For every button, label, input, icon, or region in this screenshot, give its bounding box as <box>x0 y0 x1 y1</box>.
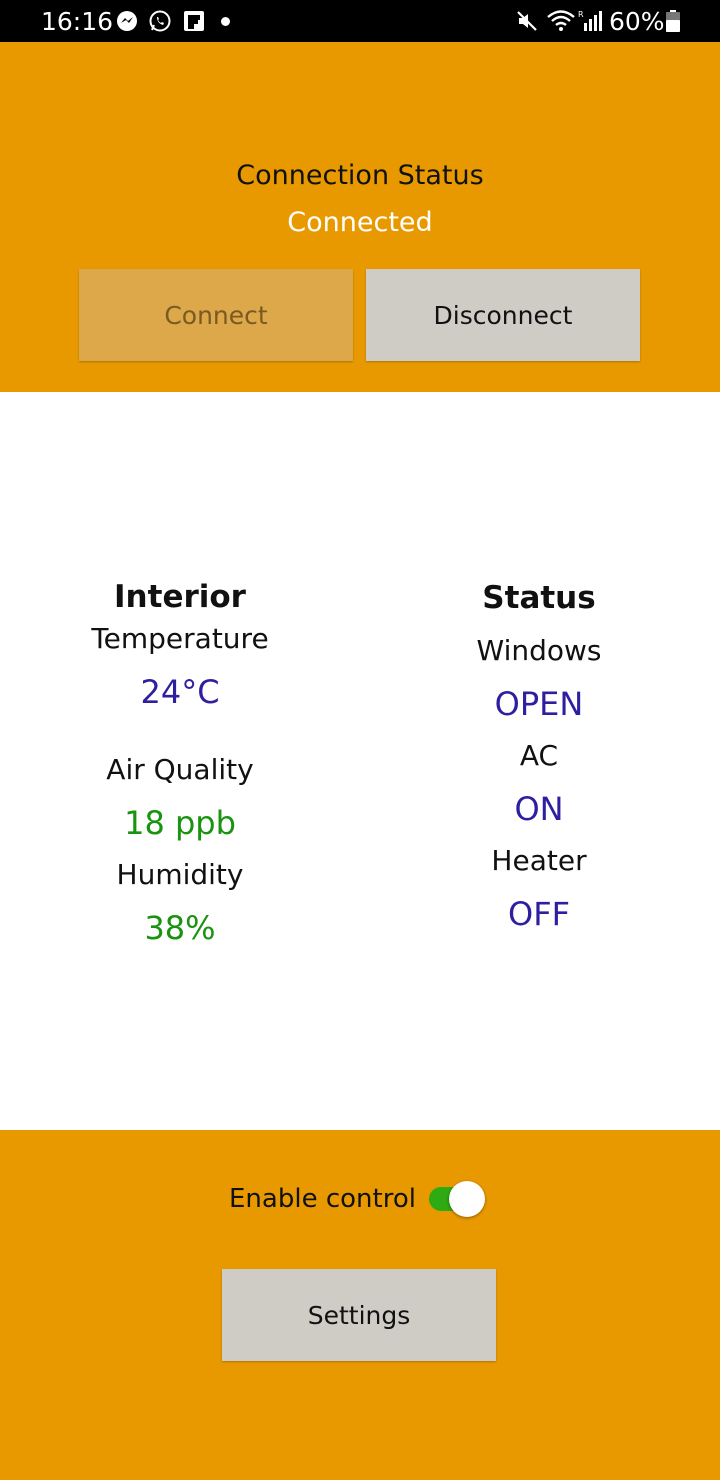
enable-control-toggle[interactable] <box>427 1181 485 1217</box>
clock: 16:16 <box>41 7 114 36</box>
whatsapp-icon <box>149 10 171 32</box>
dot-icon <box>221 17 230 26</box>
disconnect-button[interactable]: Disconnect <box>366 269 640 361</box>
windows-label: Windows <box>476 634 602 667</box>
connection-panel: Connection Status Connected Connect Disc… <box>0 42 720 392</box>
interior-heading: Interior <box>114 579 246 615</box>
humidity-label: Humidity <box>116 858 244 891</box>
connect-button[interactable]: Connect <box>79 269 353 361</box>
settings-button[interactable]: Settings <box>222 1269 496 1361</box>
status-heading: Status <box>482 580 596 616</box>
ac-value: ON <box>514 790 564 828</box>
air-quality-label: Air Quality <box>106 753 254 786</box>
humidity-value: 38% <box>144 909 216 947</box>
connection-status-title: Connection Status <box>236 160 484 191</box>
enable-control-label: Enable control <box>229 1184 416 1214</box>
ac-label: AC <box>519 739 559 772</box>
temperature-label: Temperature <box>91 622 269 655</box>
signal-icon: R <box>578 10 602 31</box>
status-bar: 16:16 R 60% <box>0 0 720 42</box>
mute-icon <box>517 11 537 31</box>
temperature-value: 24°C <box>140 673 220 711</box>
connection-status-value: Connected <box>287 207 433 238</box>
status-column: Status Windows OPEN AC ON Heater OFF <box>359 578 719 958</box>
battery-icon <box>666 10 680 32</box>
interior-column: Interior Temperature 24°C Air Quality 18… <box>0 578 360 958</box>
air-quality-value: 18 ppb <box>124 804 236 842</box>
windows-value: OPEN <box>494 685 584 723</box>
messenger-icon <box>117 11 137 31</box>
flipboard-icon <box>184 11 204 31</box>
control-panel: Enable control Settings <box>0 1130 720 1480</box>
toggle-thumb <box>449 1181 485 1217</box>
wifi-icon <box>547 10 575 31</box>
battery-percent: 60% <box>609 7 665 36</box>
heater-value: OFF <box>508 895 570 933</box>
heater-label: Heater <box>491 844 587 877</box>
svg-text:R: R <box>578 10 584 19</box>
